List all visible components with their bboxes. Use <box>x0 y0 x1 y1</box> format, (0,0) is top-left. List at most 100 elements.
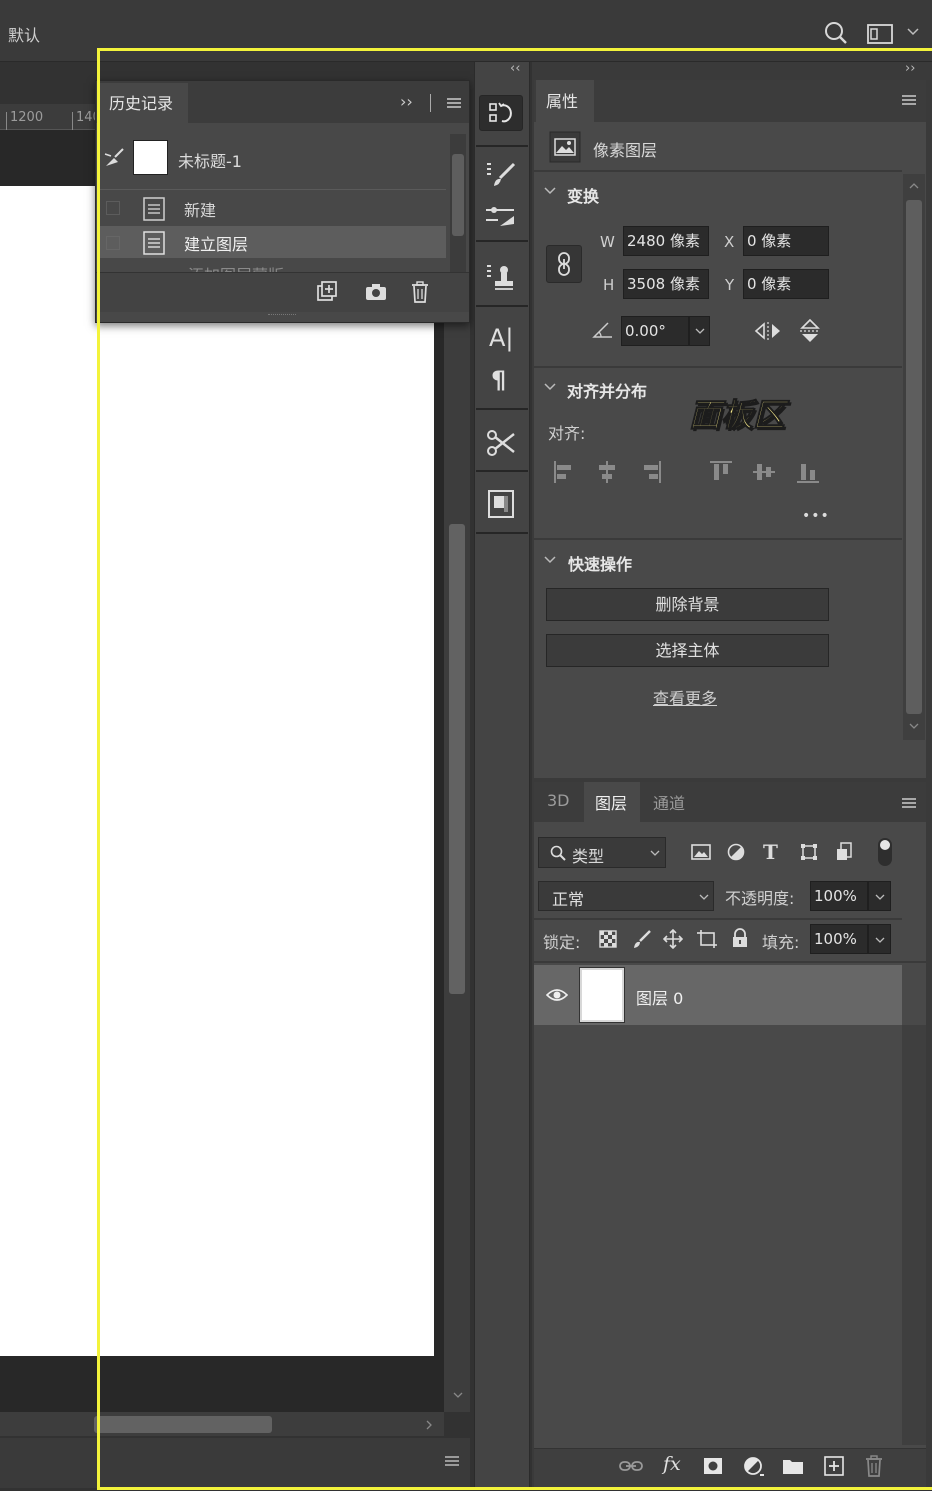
properties-menu-icon[interactable] <box>901 93 917 107</box>
tool-strip-collapse-icon[interactable]: ‹‹ <box>510 61 520 76</box>
history-resize-grip[interactable] <box>268 314 296 317</box>
dock-expand-icon[interactable]: ›› <box>905 61 915 76</box>
filter-pixel-layers-icon[interactable] <box>691 843 711 861</box>
search-icon <box>550 845 566 861</box>
quick-actions-chevron-icon[interactable] <box>543 555 557 565</box>
new-document-from-state-icon[interactable] <box>314 281 338 303</box>
ruler-tick-1200: 1200 <box>10 110 44 125</box>
search-icon[interactable] <box>824 21 848 45</box>
document-canvas[interactable] <box>0 186 434 1356</box>
pixel-layer-icon <box>549 131 581 163</box>
layer-thumbnail[interactable] <box>579 967 625 1023</box>
new-adjustment-layer-icon[interactable] <box>743 1456 765 1478</box>
align-chevron-icon[interactable] <box>543 382 557 392</box>
layer-visibility-eye-icon[interactable] <box>546 987 568 1003</box>
lock-artboard-icon[interactable] <box>696 929 718 949</box>
artboard-panel-icon[interactable] <box>488 490 514 518</box>
layers-list-scrollbar[interactable] <box>902 1025 926 1445</box>
add-mask-icon[interactable] <box>703 1457 723 1475</box>
height-field[interactable]: 3508 像素 <box>623 269 709 299</box>
history-expand-icon[interactable]: ›› <box>400 92 413 111</box>
lock-transparent-pixels-icon[interactable] <box>599 930 617 948</box>
chevron-down-icon <box>649 849 661 857</box>
align-vertical-centers-icon[interactable] <box>752 460 776 484</box>
history-tab-divider <box>430 94 431 112</box>
clone-source-icon[interactable] <box>486 262 516 292</box>
quick-actions-title[interactable]: 快速操作 <box>568 551 632 575</box>
transform-title[interactable]: 变换 <box>567 183 599 207</box>
tab-channels[interactable]: 通道 <box>653 790 685 814</box>
layer-name[interactable]: 图层 0 <box>636 985 683 1009</box>
character-panel-icon[interactable]: A| <box>489 324 514 352</box>
history-item-checkbox[interactable] <box>106 236 120 250</box>
new-layer-icon[interactable] <box>824 1456 844 1476</box>
tool-divider <box>476 408 528 410</box>
align-right-edges-icon[interactable] <box>640 460 662 484</box>
filter-smart-objects-icon[interactable] <box>836 842 854 862</box>
scroll-down-icon[interactable] <box>908 722 920 730</box>
flip-vertical-icon[interactable] <box>798 318 822 344</box>
trash-icon[interactable] <box>410 281 430 303</box>
align-more-button[interactable]: ••• <box>802 508 830 524</box>
brush-settings-icon[interactable] <box>486 160 516 188</box>
chevron-down-icon <box>694 327 706 335</box>
history-brush-source-icon[interactable] <box>102 146 126 170</box>
history-scroll-thumb[interactable] <box>452 154 464 236</box>
horizontal-scroll-thumb[interactable] <box>94 1416 272 1433</box>
history-item-new[interactable]: 新建 <box>184 197 216 221</box>
select-subject-button[interactable]: 选择主体 <box>546 634 829 667</box>
x-field[interactable]: 0 像素 <box>743 226 829 256</box>
width-field[interactable]: 2480 像素 <box>623 226 709 256</box>
transform-chevron-icon[interactable] <box>543 186 557 196</box>
lock-all-icon[interactable] <box>731 928 749 948</box>
tab-layers[interactable]: 图层 <box>595 790 627 814</box>
align-title[interactable]: 对齐并分布 <box>567 378 647 402</box>
align-bottom-edges-icon[interactable] <box>796 460 820 484</box>
scroll-right-icon[interactable] <box>424 1419 434 1431</box>
y-field[interactable]: 0 像素 <box>743 269 829 299</box>
link-layers-icon[interactable] <box>619 1458 643 1474</box>
align-top-edges-icon[interactable] <box>709 460 733 484</box>
angle-field[interactable]: 0.00° <box>621 316 689 346</box>
brush-presets-icon[interactable] <box>484 204 516 232</box>
lock-position-icon[interactable] <box>663 929 683 949</box>
workspace-layout-icon[interactable] <box>867 23 893 45</box>
fill-field[interactable]: 100% <box>810 924 868 954</box>
snapshot-camera-icon[interactable] <box>365 282 387 302</box>
filter-type-layers-icon[interactable]: T <box>763 840 778 864</box>
opacity-field[interactable]: 100% <box>810 881 868 911</box>
lock-image-pixels-icon[interactable] <box>632 929 652 949</box>
align-horizontal-centers-icon[interactable] <box>596 460 618 484</box>
history-item-add-mask[interactable]: 添加图层蒙版 <box>188 262 284 272</box>
history-menu-icon[interactable] <box>446 96 462 110</box>
status-menu-icon[interactable] <box>444 1454 460 1468</box>
history-item-checkbox[interactable] <box>106 201 120 215</box>
delete-layer-trash-icon[interactable] <box>865 1455 883 1477</box>
workspace-label[interactable]: 默认 <box>8 22 40 46</box>
see-more-link[interactable]: 查看更多 <box>653 685 717 709</box>
tab-3d[interactable]: 3D <box>547 791 570 810</box>
new-group-folder-icon[interactable] <box>782 1457 804 1475</box>
paragraph-panel-icon[interactable]: ¶ <box>491 366 506 394</box>
scroll-up-icon[interactable] <box>908 182 920 190</box>
filter-shape-layers-icon[interactable] <box>800 843 818 861</box>
snapshot-name[interactable]: 未标题-1 <box>178 148 242 172</box>
tool-divider <box>476 240 528 242</box>
properties-scroll-thumb[interactable] <box>906 200 922 714</box>
align-left-edges-icon[interactable] <box>553 460 575 484</box>
vertical-scroll-thumb[interactable] <box>449 524 465 994</box>
chevron-down-icon[interactable] <box>906 27 920 37</box>
tool-presets-scissors-icon[interactable] <box>486 428 516 458</box>
flip-horizontal-icon[interactable] <box>754 320 782 342</box>
height-label: H <box>603 276 615 294</box>
history-document-icon <box>143 231 165 255</box>
ruler-tick-mark <box>6 112 7 130</box>
layers-menu-icon[interactable] <box>901 796 917 810</box>
history-item-new-layer[interactable]: 建立图层 <box>184 231 248 255</box>
remove-background-button[interactable]: 删除背景 <box>546 588 829 621</box>
snapshot-thumbnail[interactable] <box>133 140 168 175</box>
layer-effects-fx-icon[interactable]: fx <box>663 1453 681 1475</box>
scroll-down-icon[interactable] <box>452 1390 464 1400</box>
filter-adjustment-layers-icon[interactable] <box>727 843 745 861</box>
properties-section-divider <box>534 170 902 172</box>
